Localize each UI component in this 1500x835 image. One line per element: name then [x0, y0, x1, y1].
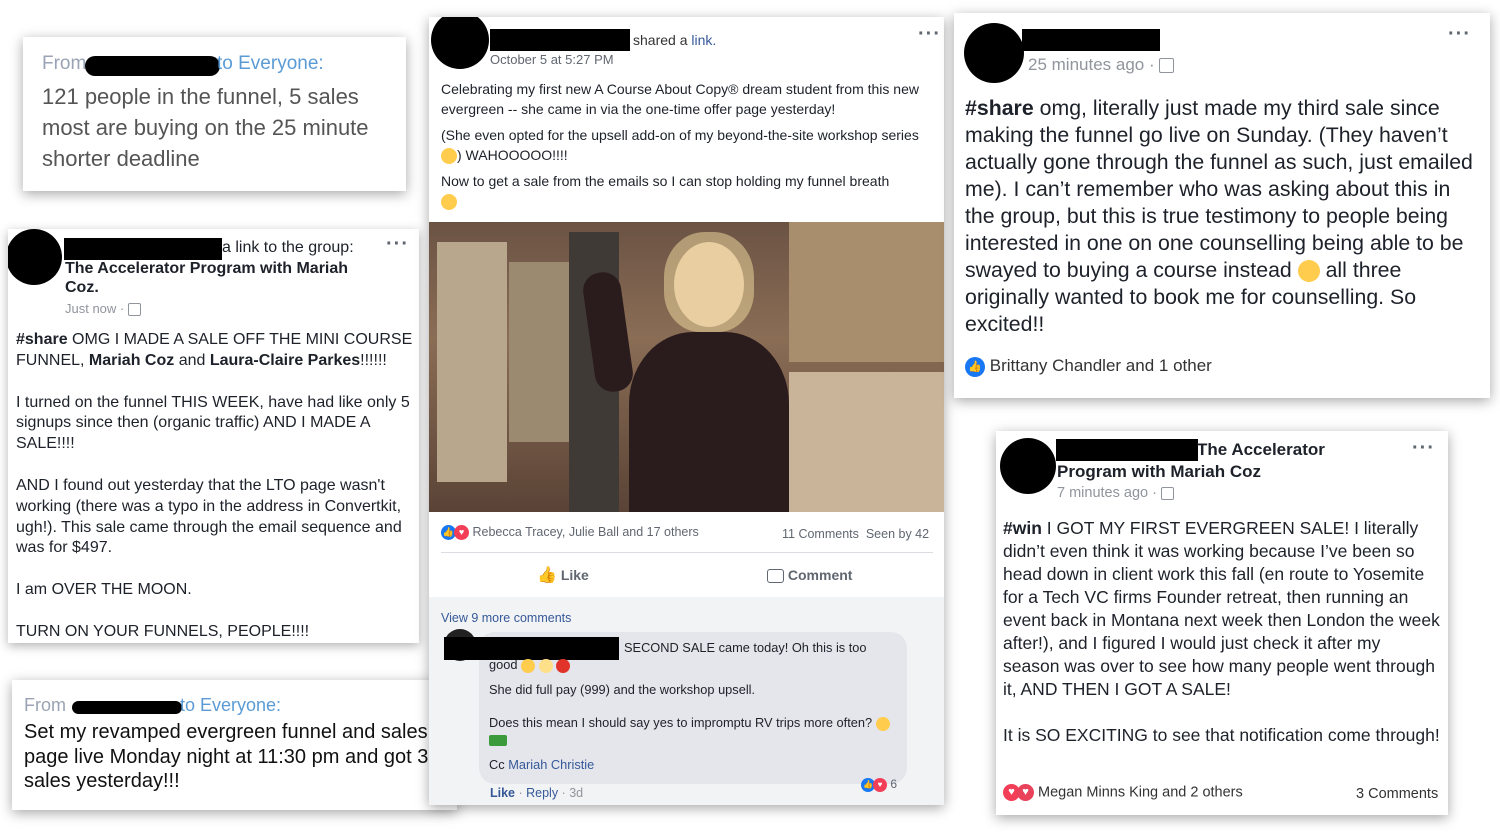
photo-window: [789, 222, 944, 362]
post-body: #share OMG I MADE A SALE OFF THE MINI CO…: [16, 331, 413, 640]
post-timestamp[interactable]: 7 minutes ago ·: [1057, 485, 1174, 501]
sparkles-emoji-icon: [538, 658, 553, 673]
smiley-emoji-icon: [441, 148, 457, 165]
facebook-post-card-4: The Accelerator Program with Mariah Coz …: [996, 431, 1448, 815]
post-timestamp[interactable]: 25 minutes ago ·: [1028, 55, 1175, 75]
more-dots-icon[interactable]: ···: [386, 233, 409, 256]
smiley-emoji-icon: [1297, 260, 1320, 283]
laughing-emoji-icon: [875, 716, 890, 731]
apple-emoji-icon: [556, 658, 571, 673]
reactions-summary[interactable]: 👍 ♥ Rebecca Tracey, Julie Ball and 17 oth…: [441, 525, 699, 541]
avatar[interactable]: [1000, 438, 1056, 494]
comment-text: SECOND SALE came today! Oh this is too g…: [489, 639, 894, 773]
chat-message-card-1: From to Everyone: 121 people in the funn…: [23, 37, 406, 191]
chat-to-label: to Everyone:: [217, 53, 324, 74]
speech-bubble-icon: [767, 569, 784, 584]
comment-button[interactable]: Comment: [767, 567, 852, 584]
avatar[interactable]: [431, 17, 489, 69]
post-photo[interactable]: [429, 222, 944, 512]
more-dots-icon[interactable]: ···: [918, 23, 941, 46]
mentioned-user-link[interactable]: Mariah Christie: [508, 757, 594, 772]
chat-from-line: From: [42, 53, 87, 74]
reactions-summary[interactable]: ♥ ♥ Megan Minns King and 2 others: [1003, 784, 1243, 801]
photo-cabinet: [509, 262, 569, 442]
redacted-name: [490, 29, 630, 51]
heart-icon: ♥: [454, 525, 469, 541]
chat-message-text: 121 people in the funnel, 5 sales most a…: [42, 84, 369, 171]
chat-from-line: From: [24, 695, 66, 715]
like-button[interactable]: 👍 Like: [537, 565, 589, 585]
photo-shelf: [437, 242, 507, 482]
reactions-summary[interactable]: 👍 Brittany Chandler and 1 other: [965, 356, 1212, 377]
view-more-comments-link[interactable]: View 9 more comments: [441, 611, 571, 625]
thumbs-up-icon: 👍: [537, 567, 557, 584]
group-name-link[interactable]: The Accelerator Program with Mariah Coz.: [65, 259, 348, 297]
group-name-link[interactable]: The Accelerator Program with Mariah Coz: [1057, 439, 1325, 483]
facebook-post-card-1: a link to the group: The Accelerator Pro…: [8, 229, 419, 643]
redacted-name: [72, 701, 182, 714]
comments-count[interactable]: 11 Comments Seen by 42: [782, 527, 929, 541]
avatar[interactable]: [8, 229, 62, 285]
hashtag-link[interactable]: #share: [965, 96, 1034, 120]
photo-person-hair: [664, 232, 754, 332]
comment-like-link[interactable]: Like: [490, 786, 515, 800]
redacted-name: [1022, 29, 1160, 51]
more-dots-icon[interactable]: ···: [1412, 437, 1435, 460]
heart-icon: ♥: [873, 777, 887, 792]
post-body: #win I GOT MY FIRST EVERGREEN SALE! I li…: [1003, 518, 1440, 745]
redacted-name: [64, 238, 222, 260]
hashtag-link[interactable]: #win: [1003, 518, 1042, 538]
thumbs-up-icon: 👍: [965, 356, 985, 377]
post-body: #share omg, literally just made my third…: [965, 96, 1473, 336]
group-icon: [1160, 486, 1174, 500]
post-timestamp[interactable]: October 5 at 5:27 PM: [490, 52, 614, 67]
post-timestamp[interactable]: Just now ·: [65, 301, 141, 317]
more-dots-icon[interactable]: ···: [1448, 23, 1471, 46]
photo-table: [789, 372, 944, 512]
heart-icon: ♥: [1017, 784, 1034, 801]
facebook-post-card-2: shared a link. ··· October 5 at 5:27 PM …: [429, 17, 944, 805]
comment-actions: Like · Reply · 3d: [490, 786, 584, 800]
divider: [441, 552, 933, 553]
photo-person-body: [629, 332, 789, 512]
post-header: a link to the group:: [222, 239, 354, 256]
heart-eyes-emoji-icon: [521, 658, 536, 673]
comment-reply-link[interactable]: Reply: [526, 786, 558, 800]
facebook-post-card-3: ··· 25 minutes ago · #share omg, literal…: [954, 13, 1490, 398]
comment-time[interactable]: 3d: [569, 786, 583, 800]
redacted-name: [85, 56, 220, 76]
chat-to-label: to Everyone:: [180, 695, 282, 715]
avatar[interactable]: [964, 23, 1024, 83]
chat-message-card-2: From to Everyone: Set my revamped evergr…: [12, 680, 457, 810]
group-icon: [1159, 58, 1175, 74]
comment-reaction-count[interactable]: 👍 ♥ 6: [861, 777, 897, 792]
post-body: Celebrating my first new A Course About …: [441, 79, 936, 211]
post-header: shared a link.: [633, 32, 717, 48]
seen-count: Seen by 42: [865, 527, 930, 541]
chat-message-text: Set my revamped evergreen funnel and sal…: [24, 721, 429, 792]
bus-emoji-icon: [489, 735, 507, 747]
comments-count[interactable]: 3 Comments: [1356, 786, 1438, 802]
group-icon: [127, 303, 141, 317]
grinning-emoji-icon: [441, 194, 457, 211]
